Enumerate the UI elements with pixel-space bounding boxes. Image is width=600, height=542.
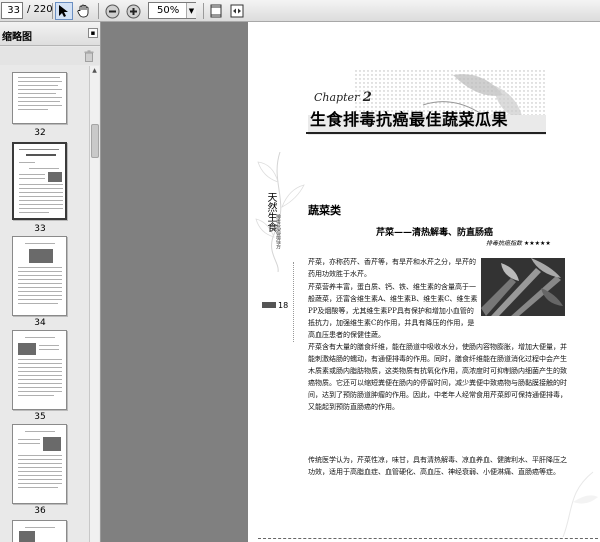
fit-page-button[interactable]: [207, 2, 225, 20]
select-tool-button[interactable]: [55, 2, 73, 20]
scroll-up-arrow[interactable]: ▲: [90, 66, 99, 75]
thumbnail-page[interactable]: [12, 424, 67, 504]
fit-page-icon: [210, 4, 222, 18]
thumbnail-label: 35: [34, 412, 46, 422]
zoom-out-button[interactable]: [103, 2, 121, 20]
celery-photo: [481, 258, 565, 316]
thumbnail-page[interactable]: [12, 330, 67, 410]
zoom-dropdown-arrow[interactable]: ▼: [186, 3, 196, 18]
zoom-out-icon: [105, 4, 119, 18]
trash-icon[interactable]: [84, 50, 94, 62]
side-running-subtitle: 排毒抗癌最佳方: [275, 214, 281, 249]
page-number-input[interactable]: 33: [1, 2, 23, 19]
toolbar-separator: [52, 3, 53, 19]
fit-width-icon: [230, 4, 244, 18]
chapter-label: Chapter 2: [314, 90, 372, 105]
zoom-in-icon: [126, 4, 140, 18]
thumbnail-label: 33: [34, 224, 46, 234]
section-heading: 蔬菜类: [308, 204, 341, 217]
document-viewer-background: [101, 22, 248, 542]
thumbnail-page[interactable]: [12, 72, 67, 124]
flower-decoration: [562, 471, 598, 537]
page-total-label: / 220: [27, 4, 53, 15]
flower-decoration: [255, 152, 305, 272]
page-number: 18: [278, 301, 289, 310]
scrollbar-thumb[interactable]: [91, 124, 99, 158]
page-number-marker: [262, 302, 276, 308]
thumbnail-panel: 缩略图 ▪ 32 33 34 35 36 ▲: [0, 22, 101, 542]
thumbnail-label: 36: [34, 506, 46, 516]
paragraph-intro: 芹菜，亦称药芹、香芹等，有旱芹和水芹之分，旱芹的药用功效胜于水芹。: [308, 258, 476, 279]
rating-index: 排毒抗癌指数 ★★★★★: [486, 240, 551, 247]
toolbar-separator: [203, 3, 204, 19]
thumbnail-panel-header: 缩略图 ▪: [0, 22, 100, 46]
thumbnail-page[interactable]: [12, 236, 67, 316]
paragraph-traditional: 传统医学认为，芹菜性凉，味甘，具有清热解毒、凉血养血、健脾利水、平肝降压之功效，…: [308, 456, 567, 477]
zoom-in-button[interactable]: [124, 2, 142, 20]
thumbnail-label: 34: [34, 318, 46, 328]
side-running-title: 天然生食: [265, 192, 276, 232]
thumbnail-page-selected[interactable]: [12, 142, 67, 220]
article-title: 芹菜——清热解毒、防直肠癌: [376, 228, 494, 238]
document-page: Chapter 2 生食排毒抗癌最佳蔬菜瓜果 天然生食 排毒抗癌最佳方 18 蔬…: [248, 22, 600, 542]
chapter-title-underline: [306, 132, 546, 134]
thumbnail-panel-title: 缩略图: [2, 32, 32, 43]
select-tool-icon: [59, 5, 68, 17]
thumbnail-page[interactable]: [12, 520, 67, 542]
panel-menu-icon[interactable]: ▪: [88, 28, 98, 38]
toolbar-separator: [98, 3, 99, 19]
thumbnail-label: 32: [34, 128, 46, 138]
toolbar: 33 / 220 50% ▼: [0, 0, 600, 22]
hand-tool-icon: [77, 4, 89, 18]
chapter-title: 生食排毒抗癌最佳蔬菜瓜果: [310, 110, 509, 129]
thumbnail-scrollbar[interactable]: ▲: [89, 66, 99, 542]
side-dotted-rule: [293, 262, 294, 342]
page-bottom-rule: [258, 538, 598, 539]
hand-tool-button[interactable]: [75, 2, 93, 20]
fit-width-button[interactable]: [228, 2, 246, 20]
paragraph-nutrition: 芹菜营养丰富，蛋白质、钙、铁、维生素的含量高于一般蔬菜，还富含维生素A、维生素B…: [308, 283, 478, 340]
paragraph-fiber: 芹菜含有大量的膳食纤维，能在肠道中吸收水分，使肠内容物膨胀，增加大便量，并能刺激…: [308, 343, 567, 412]
thumbnail-toolbar: [0, 47, 100, 65]
